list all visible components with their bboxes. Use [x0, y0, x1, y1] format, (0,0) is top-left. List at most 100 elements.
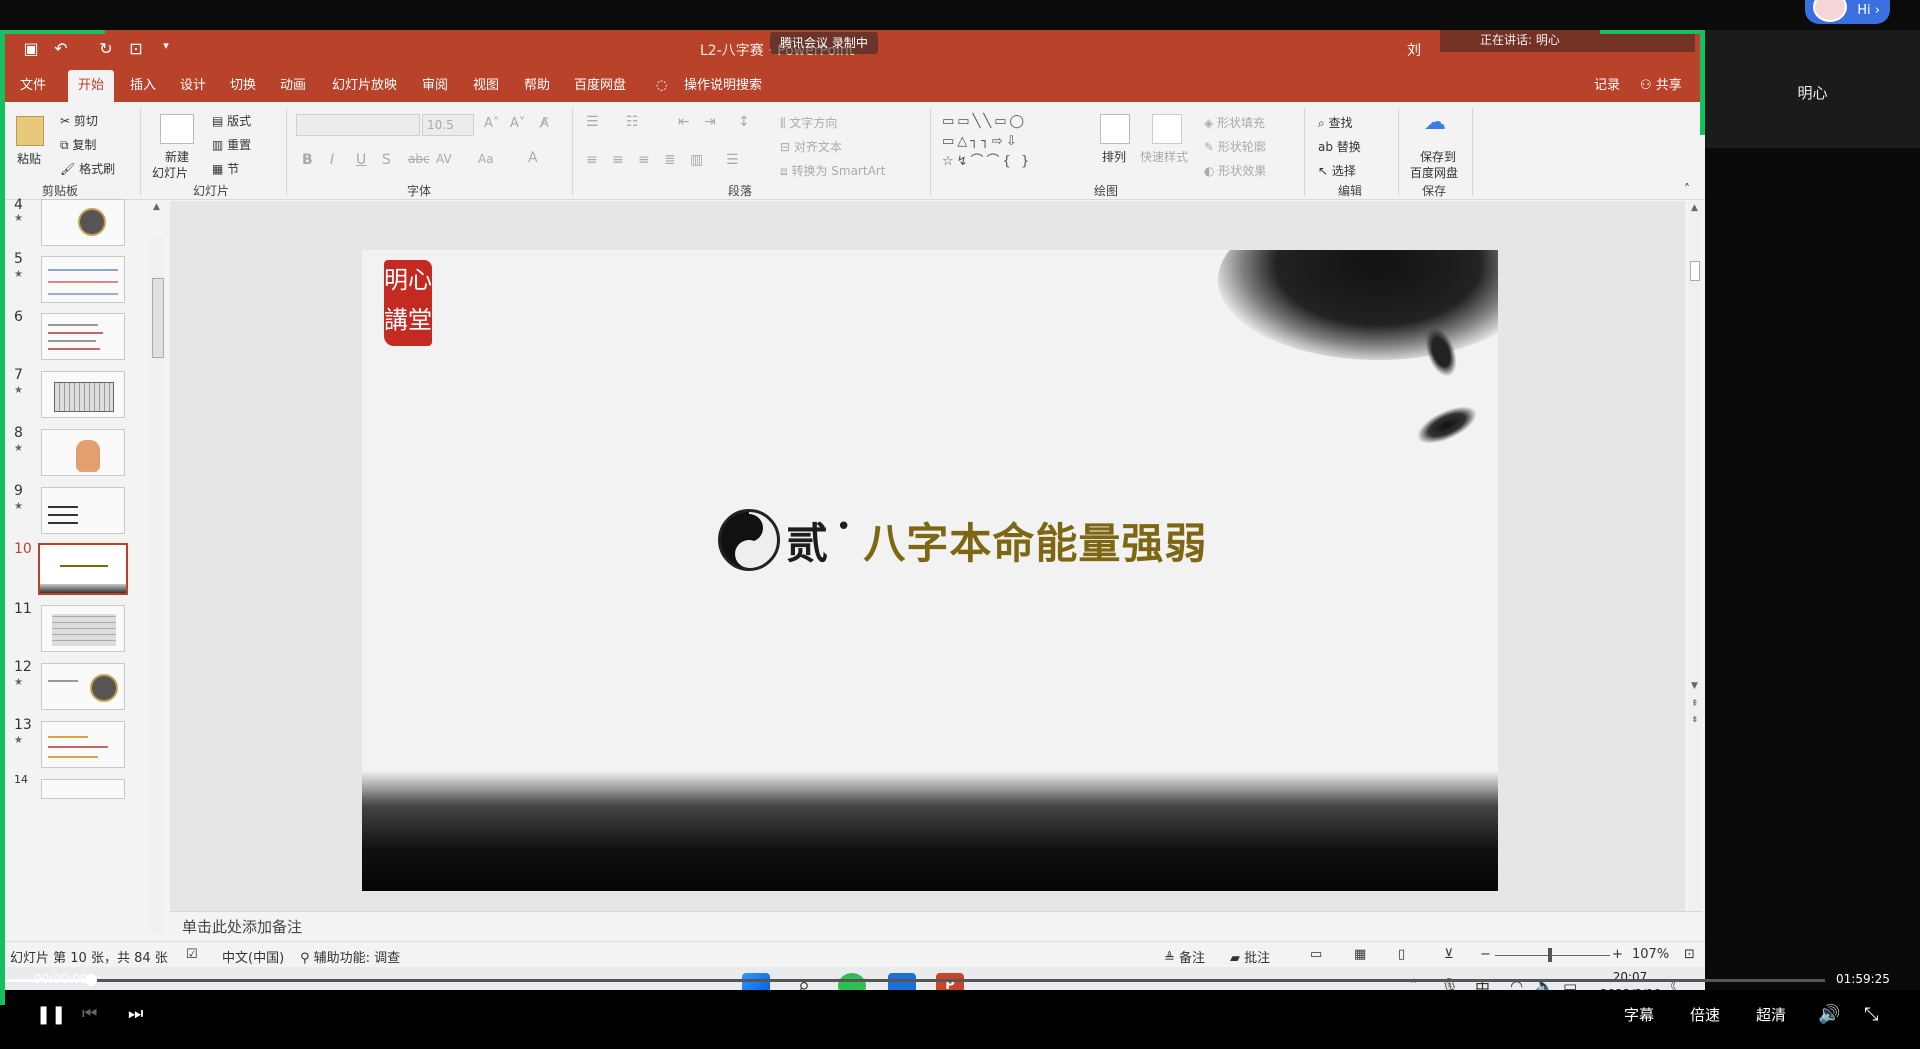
replace-button[interactable]: ab 替换 [1318, 138, 1361, 155]
present-icon[interactable]: ⊡ [125, 39, 147, 61]
select-button[interactable]: ↖ 选择 [1318, 162, 1356, 179]
exit-fullscreen-icon[interactable]: ⤡ [1864, 1004, 1878, 1025]
zoom-out-icon[interactable]: − [1480, 947, 1491, 962]
notes-toggle[interactable]: ≜ 备注 [1164, 947, 1205, 966]
arrange-button[interactable]: 排列 [1102, 148, 1126, 165]
new-slide-icon[interactable] [160, 114, 194, 144]
notes-pane[interactable]: 单击此处添加备注 [170, 911, 1702, 941]
undo-icon[interactable]: ↶ [50, 39, 72, 61]
hi-badge[interactable]: Hi › [1805, 0, 1890, 24]
thumbnails-scrollbar[interactable]: ▲ [150, 202, 164, 934]
fit-slide-icon[interactable]: ⊡ [1684, 947, 1695, 962]
strikethrough-icon[interactable]: abc [408, 152, 430, 166]
quick-styles-button[interactable]: 快速样式 [1140, 148, 1188, 165]
change-case-icon[interactable]: Aa [478, 152, 494, 166]
bold-icon[interactable]: B [302, 152, 313, 168]
italic-icon[interactable]: I [330, 152, 334, 168]
slide-thumbnail[interactable] [41, 371, 125, 418]
paste-button[interactable]: 粘贴 [17, 150, 41, 167]
underline-icon[interactable]: U [356, 152, 366, 168]
current-slide[interactable]: 明心 講堂 贰 • 八字本命能量强弱 [362, 250, 1498, 891]
slideshow-view-icon[interactable]: ⊻ [1444, 947, 1454, 962]
paste-icon[interactable] [16, 116, 44, 146]
speed-button[interactable]: 倍速 [1690, 1004, 1720, 1025]
redo-icon[interactable]: ↻ [95, 39, 117, 61]
shapes-gallery[interactable]: ▭▭╲╲▭◯ ▭△┐┐⇨⇩ ☆↯⌒⌒{ } [942, 112, 1077, 174]
volume-icon[interactable]: 🔊 [1818, 1004, 1840, 1025]
copy-button[interactable]: ⧉ 复制 [60, 136, 96, 153]
font-color-icon[interactable]: A [528, 150, 538, 166]
increase-indent-icon[interactable]: ⇥ [704, 114, 716, 130]
baidu-cloud-icon[interactable]: ☁ [1424, 110, 1446, 135]
font-size-box[interactable]: 10.5 [422, 114, 474, 136]
tab-file[interactable]: 文件 [20, 70, 46, 102]
tab-home[interactable]: 开始 [68, 70, 115, 102]
cut-button[interactable]: ✂ 剪切 [60, 112, 98, 129]
slide-thumbnail[interactable] [41, 487, 125, 534]
prev-slide-icon[interactable]: ⇞ [1691, 699, 1699, 709]
align-text-button[interactable]: ⊟ 对齐文本 [780, 138, 842, 155]
slide-thumbnail[interactable] [41, 663, 125, 710]
tab-review[interactable]: 审阅 [422, 70, 448, 102]
slide-thumbnail[interactable] [41, 721, 125, 768]
language-indicator[interactable]: 中文(中国) [222, 947, 284, 966]
subtitles-button[interactable]: 字幕 [1624, 1004, 1654, 1025]
slide-thumbnail-selected[interactable] [38, 543, 128, 595]
customize-qa-icon[interactable]: ▾ [155, 39, 177, 61]
section-button[interactable]: ▦ 节 [212, 160, 239, 177]
scrollbar-thumb[interactable] [152, 278, 164, 358]
tab-transitions[interactable]: 切换 [230, 70, 256, 102]
zoom-level[interactable]: 107% [1632, 947, 1669, 962]
align-left-icon[interactable]: ≡ [586, 152, 598, 168]
align-center-icon[interactable]: ≡ [612, 152, 624, 168]
slide-thumbnail[interactable] [41, 605, 125, 652]
columns-icon[interactable]: ▥ [690, 152, 703, 168]
next-icon[interactable]: ⏭ [128, 1004, 143, 1024]
arrange-icon[interactable] [1100, 114, 1130, 144]
spellcheck-icon[interactable]: ☑ [186, 947, 198, 962]
slide-thumbnail[interactable] [41, 429, 125, 476]
reading-view-icon[interactable]: ▯ [1398, 947, 1405, 962]
decrease-indent-icon[interactable]: ⇤ [678, 114, 690, 130]
zoom-in-icon[interactable]: + [1612, 947, 1623, 962]
zoom-slider[interactable] [1495, 955, 1610, 956]
slide-thumbnail[interactable] [41, 256, 125, 303]
participant-tile[interactable]: 明心 [1705, 30, 1920, 148]
slide-scrollbar[interactable]: ▲ ▼ ⇞ ⇟ [1688, 201, 1702, 911]
slide-sorter-icon[interactable]: ▦ [1354, 947, 1366, 962]
zoom-slider-knob[interactable] [1548, 948, 1552, 962]
clear-format-icon[interactable]: A̸ [540, 116, 549, 131]
accessibility-status[interactable]: ⚲ 辅助功能: 调查 [300, 947, 400, 966]
tab-view[interactable]: 视图 [473, 70, 499, 102]
comments-toggle[interactable]: ▰ 批注 [1230, 947, 1270, 966]
scroll-up-icon[interactable]: ▲ [1691, 203, 1698, 213]
slide-thumbnail[interactable] [41, 199, 125, 246]
quality-button[interactable]: 超清 [1756, 1004, 1786, 1025]
bullets-icon[interactable]: ☰ [586, 114, 599, 130]
save-to-button[interactable]: 保存到 [1420, 148, 1456, 165]
collapse-ribbon-icon[interactable]: ˄ [1684, 182, 1690, 196]
save-baidu-button[interactable]: 百度网盘 [1410, 164, 1458, 181]
progress-track[interactable] [0, 979, 1825, 982]
slide-thumbnail[interactable] [41, 779, 125, 799]
text-direction-button[interactable]: ⫼ 文字方向 [780, 114, 837, 131]
line-spacing-icon[interactable]: ↕ [738, 114, 750, 130]
tab-help[interactable]: 帮助 [524, 70, 550, 102]
align-right-icon[interactable]: ≡ [638, 152, 650, 168]
shape-fill-button[interactable]: ◈ 形状填充 [1204, 114, 1265, 131]
share-button[interactable]: ⚇ 共享 [1640, 70, 1682, 102]
tab-insert[interactable]: 插入 [130, 70, 156, 102]
new-slide-button[interactable]: 新建 [165, 148, 189, 165]
record-button[interactable]: 记录 [1594, 70, 1620, 102]
previous-icon[interactable]: ⏮ [82, 1004, 97, 1024]
quick-styles-icon[interactable] [1152, 114, 1182, 144]
next-slide-icon[interactable]: ⇟ [1691, 715, 1699, 725]
numbering-icon[interactable]: ☷ [626, 114, 639, 130]
pause-icon[interactable]: ❚❚ [36, 1004, 66, 1025]
layout-button[interactable]: ▤ 版式 [212, 112, 251, 129]
new-slide-button-line2[interactable]: 幻灯片 [152, 164, 188, 181]
shape-effects-button[interactable]: ◐ 形状效果 [1204, 162, 1266, 179]
justify-icon[interactable]: ≣ [664, 152, 676, 168]
scrollbar-thumb[interactable] [1690, 261, 1700, 281]
scroll-down-icon[interactable]: ▼ [1691, 681, 1698, 691]
